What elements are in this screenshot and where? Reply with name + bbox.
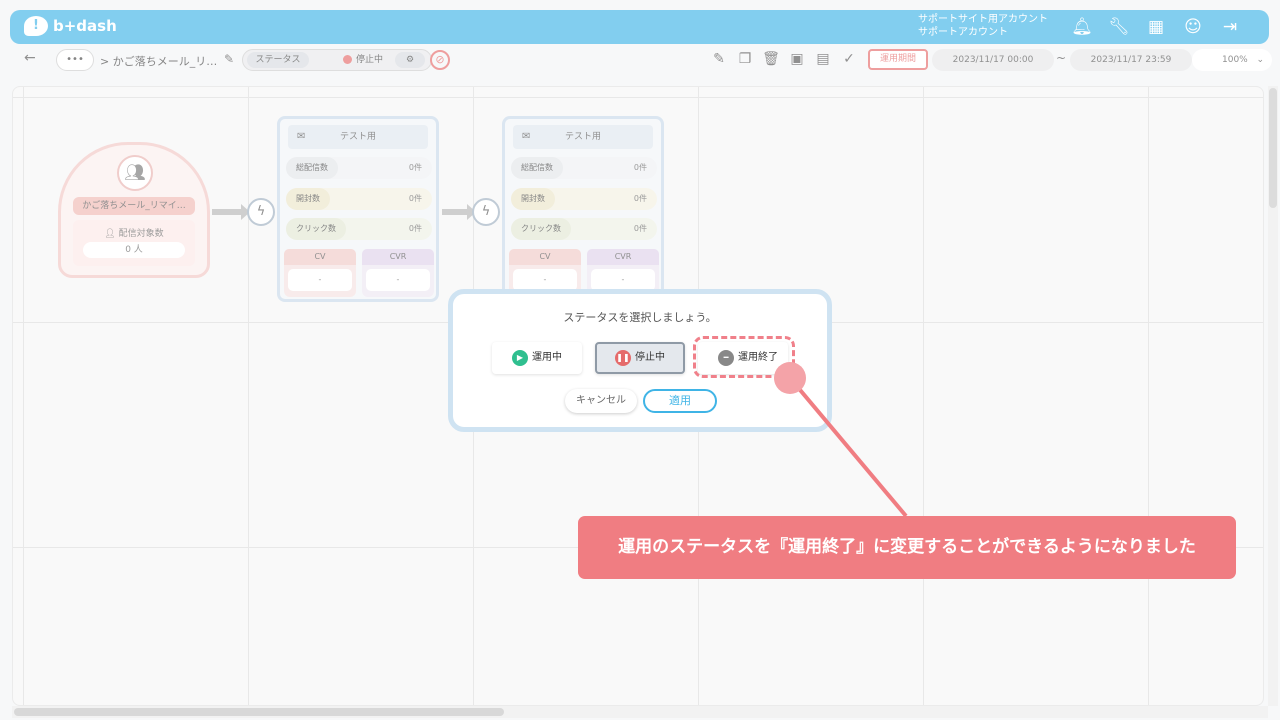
callout-line xyxy=(788,376,908,518)
callout-banner: 運用のステータスを『運用終了』に変更することができるようになりました xyxy=(578,516,1236,579)
callout-pointer-line xyxy=(788,376,908,518)
app-root: ! b+dash サポートサイト用アカウント サポートアカウント 🔔︎ 🔧︎ ▦… xyxy=(0,0,1280,720)
pointer-dot xyxy=(774,362,806,394)
